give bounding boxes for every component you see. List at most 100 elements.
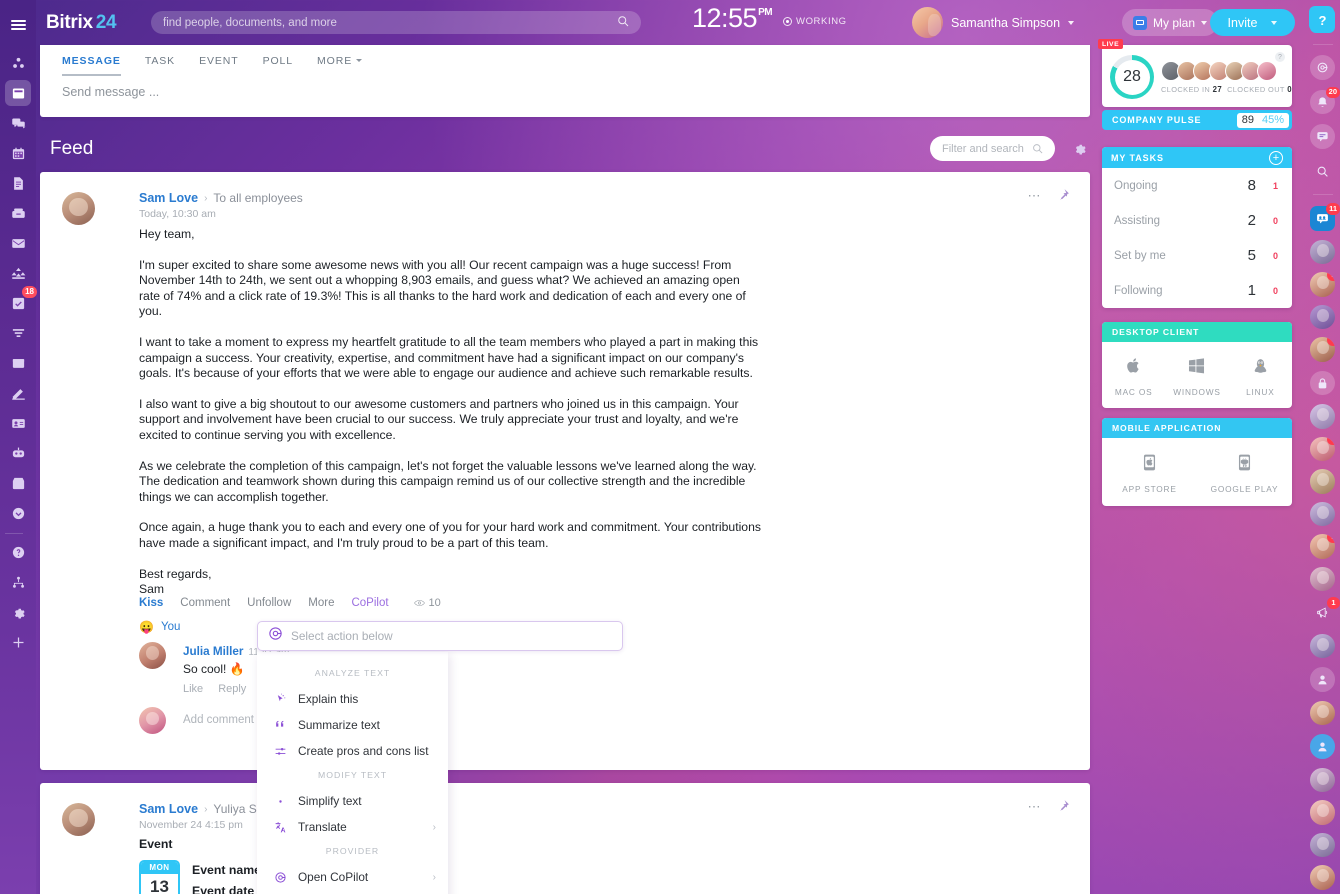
composer-input[interactable]: Send message ... bbox=[40, 76, 1090, 99]
copilot-item-open-copilot[interactable]: Open CoPilot› bbox=[257, 864, 448, 890]
avatar-highlight bbox=[1317, 341, 1329, 354]
avatar[interactable] bbox=[1257, 61, 1277, 81]
post-pin-icon[interactable] bbox=[1057, 799, 1070, 817]
sidebar-item-automation-bot[interactable] bbox=[5, 440, 31, 466]
menu-burger-icon[interactable] bbox=[0, 4, 36, 46]
copilot-item-summarize-text[interactable]: Summarize text bbox=[257, 712, 448, 738]
mobile-item-app-store[interactable]: APP STORE bbox=[1102, 453, 1197, 494]
task-row[interactable]: Set by me50 bbox=[1102, 238, 1292, 273]
avatar[interactable] bbox=[1310, 502, 1335, 527]
avatar[interactable] bbox=[139, 642, 166, 669]
post-recipient[interactable]: To all employees bbox=[213, 191, 302, 205]
sidebar-user-blue[interactable] bbox=[1310, 734, 1335, 759]
avatar[interactable]: 6 bbox=[1310, 337, 1335, 362]
tab-more[interactable]: MORE bbox=[317, 55, 362, 76]
sidebar-megaphone[interactable]: 1 bbox=[1310, 600, 1335, 625]
sidebar-item-crm[interactable] bbox=[5, 320, 31, 346]
sidebar-copilot[interactable] bbox=[1310, 55, 1335, 80]
sidebar-lock[interactable] bbox=[1310, 371, 1335, 396]
copilot-item-translate[interactable]: Translate› bbox=[257, 814, 448, 840]
sidebar-item-add[interactable] bbox=[5, 629, 31, 655]
clock-ring[interactable]: 28 bbox=[1110, 55, 1154, 99]
post-action-copilot[interactable]: CoPilot bbox=[351, 597, 388, 609]
post-action-kiss[interactable]: Kiss bbox=[139, 597, 163, 609]
avatar[interactable] bbox=[1310, 634, 1335, 659]
avatar[interactable] bbox=[1310, 701, 1335, 726]
post-action-comment[interactable]: Comment bbox=[180, 597, 230, 609]
post-more-menu[interactable]: ⋯ bbox=[1028, 799, 1043, 815]
avatar[interactable] bbox=[1310, 865, 1335, 890]
sidebar-item-calendar[interactable] bbox=[5, 140, 31, 166]
comment-action-like[interactable]: Like bbox=[183, 683, 203, 695]
avatar[interactable] bbox=[1310, 800, 1335, 825]
sidebar-item-tasks[interactable]: 18 bbox=[5, 290, 31, 316]
sidebar-item-marketplace[interactable] bbox=[5, 470, 31, 496]
reaction-you-label[interactable]: You bbox=[161, 621, 180, 633]
avatar[interactable] bbox=[1310, 833, 1335, 858]
sidebar-item-signature[interactable] bbox=[5, 380, 31, 406]
sidebar-item-mail[interactable] bbox=[5, 230, 31, 256]
copilot-item-simplify-text[interactable]: Simplify text bbox=[257, 788, 448, 814]
comment-author[interactable]: Julia Miller bbox=[183, 645, 243, 658]
task-row[interactable]: Assisting20 bbox=[1102, 203, 1292, 238]
desktop-item-linux[interactable]: LINUX bbox=[1229, 356, 1292, 397]
tab-task[interactable]: TASK bbox=[145, 55, 175, 76]
sidebar-item-group[interactable] bbox=[5, 260, 31, 286]
avatar[interactable] bbox=[1310, 404, 1335, 429]
task-row[interactable]: Following10 bbox=[1102, 273, 1292, 308]
post-author[interactable]: Sam Love bbox=[139, 191, 198, 205]
copilot-item-feedback[interactable]: Feedback bbox=[257, 890, 448, 894]
post-action-more[interactable]: More bbox=[308, 597, 334, 609]
sidebar-notifications[interactable]: 20 bbox=[1310, 90, 1335, 115]
sidebar-chat-group[interactable]: 11 bbox=[1310, 206, 1335, 231]
copilot-item-explain-this[interactable]: Explain this bbox=[257, 686, 448, 712]
add-comment-input[interactable]: Add comment bbox=[183, 707, 254, 734]
mobile-item-google-play[interactable]: GOOGLE PLAY bbox=[1197, 453, 1292, 494]
sidebar-item-more[interactable] bbox=[5, 500, 31, 526]
sidebar-item-documents[interactable] bbox=[5, 170, 31, 196]
post-pin-icon[interactable] bbox=[1057, 188, 1070, 206]
company-pulse-bar[interactable]: COMPANY PULSE 89 45% bbox=[1102, 110, 1292, 130]
add-task-button[interactable]: + bbox=[1269, 151, 1283, 165]
avatar[interactable]: 1 bbox=[1310, 437, 1335, 462]
post-author[interactable]: Sam Love bbox=[139, 802, 198, 816]
tab-poll[interactable]: POLL bbox=[263, 55, 293, 76]
avatar[interactable] bbox=[1310, 305, 1335, 330]
avatar[interactable]: 1 bbox=[1310, 272, 1335, 297]
avatar[interactable] bbox=[1310, 768, 1335, 793]
sidebar-item-contacts[interactable] bbox=[5, 410, 31, 436]
sidebar-item-feed[interactable] bbox=[5, 80, 31, 106]
avatar[interactable] bbox=[1310, 469, 1335, 494]
sidebar-item-help[interactable] bbox=[5, 539, 31, 565]
avatar[interactable] bbox=[62, 192, 95, 225]
app-logo[interactable]: Bitrix24 bbox=[46, 12, 116, 34]
avatar[interactable] bbox=[1310, 567, 1335, 592]
task-row[interactable]: Ongoing81 bbox=[1102, 168, 1292, 203]
tab-event[interactable]: EVENT bbox=[199, 55, 239, 76]
sidebar-messages[interactable] bbox=[1310, 124, 1335, 149]
sidebar-item-chat[interactable] bbox=[5, 110, 31, 136]
feed-settings-gear-icon[interactable] bbox=[1072, 141, 1087, 161]
sidebar-search[interactable] bbox=[1310, 159, 1335, 184]
avatar[interactable]: 1 bbox=[1310, 534, 1335, 559]
desktop-item-windows[interactable]: WINDOWS bbox=[1165, 356, 1228, 397]
post-action-unfollow[interactable]: Unfollow bbox=[247, 597, 291, 609]
desktop-item-mac-os[interactable]: MAC OS bbox=[1102, 356, 1165, 397]
feed-filter-search[interactable]: Filter and search bbox=[930, 136, 1055, 161]
copilot-action-input[interactable]: Select action below bbox=[257, 621, 623, 651]
sidebar-item-sitemap[interactable] bbox=[5, 569, 31, 595]
avatar[interactable] bbox=[1310, 240, 1335, 265]
sidebar-item-settings[interactable] bbox=[5, 599, 31, 625]
avatar[interactable] bbox=[62, 803, 95, 836]
reaction-emoji[interactable]: 😛 bbox=[139, 620, 154, 634]
post-more-menu[interactable]: ⋯ bbox=[1028, 188, 1043, 204]
tab-message[interactable]: MESSAGE bbox=[62, 55, 121, 76]
copilot-item-create-pros-and-cons-list[interactable]: Create pros and cons list bbox=[257, 738, 448, 764]
sidebar-item-sites[interactable] bbox=[5, 350, 31, 376]
sidebar-item-automation[interactable] bbox=[5, 50, 31, 76]
comment-action-reply[interactable]: Reply bbox=[218, 683, 246, 695]
help-button[interactable]: ? bbox=[1310, 8, 1335, 33]
help-icon[interactable]: ? bbox=[1275, 52, 1285, 62]
sidebar-user-placeholder[interactable] bbox=[1310, 667, 1335, 692]
sidebar-item-drive[interactable] bbox=[5, 200, 31, 226]
